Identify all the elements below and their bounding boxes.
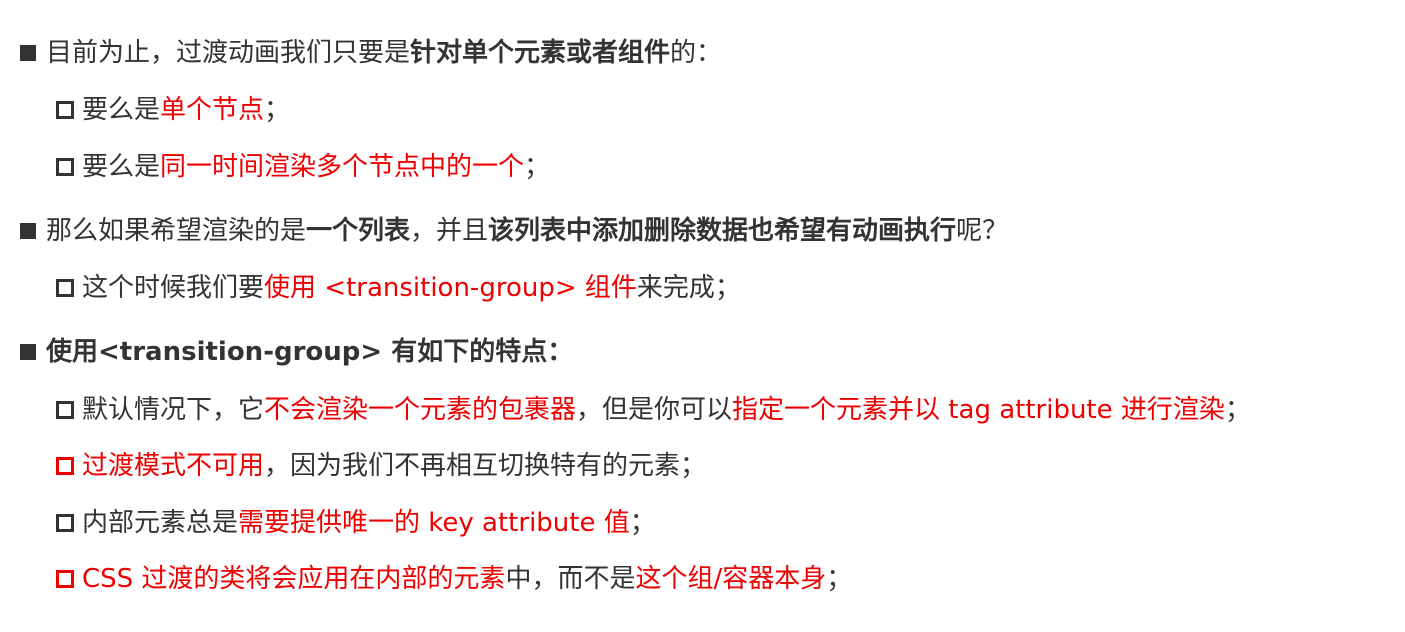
text-segment: 那么如果希望渲染的是 <box>46 216 307 246</box>
bullet-line-1: 目前为止，过渡动画我们只要是 针对单个元素或者组件 的： <box>20 37 722 69</box>
sub-bullet-line-4: 默认情况下，它 不会渲染一个元素的包裹器 ，但是你可以 指定一个元素并以 tag at… <box>56 394 1251 426</box>
sub-bullet-line-5: 过渡模式不可用 ，因为我们不再相互切换特有的元素； <box>56 450 706 482</box>
red-text-segment: 需要提供唯一的 key attribute 值 <box>238 508 630 538</box>
text-segment: 来完成； <box>636 273 741 303</box>
text-segment: 这个时候我们要 <box>82 273 265 303</box>
sub-bullet-line-6: 内部元素总是 需要提供唯一的 key attribute 值； <box>56 507 656 539</box>
text-segment: ； <box>264 95 291 125</box>
bold-text-segment: 该列表中添加删除数据也希望有动画执行 <box>488 216 957 246</box>
text-segment: ，因为我们不再相互切换特有的元素； <box>264 451 707 481</box>
text-segment: ，但是你可以 <box>576 395 733 425</box>
sub-bullet-line-7: CSS 过渡的类将会应用在内部的元素 中，而不是 这个组/容器本身； <box>56 563 852 595</box>
text-segment: ，并且 <box>410 216 489 246</box>
red-text-segment: 指定一个元素并以 tag attribute 进行渲染 <box>732 395 1225 425</box>
filled-square-bullet-icon <box>20 45 36 61</box>
text-segment: ； <box>524 152 551 182</box>
red-text-segment: 单个节点 <box>160 95 265 125</box>
red-text-segment: 使用 <transition-group> 组件 <box>264 273 637 303</box>
text-segment: ； <box>629 508 656 538</box>
filled-square-bullet-icon <box>20 223 36 239</box>
hollow-square-bullet-icon <box>56 514 74 532</box>
red-text-segment: CSS 过渡的类将会应用在内部的元素 <box>82 564 506 594</box>
bold-text-segment: 针对单个元素或者组件 <box>410 38 671 68</box>
hollow-square-bullet-icon <box>56 401 74 419</box>
text-segment: 中，而不是 <box>505 564 636 594</box>
text-segment: 内部元素总是 <box>82 508 239 538</box>
text-segment: 要么是 <box>82 95 161 125</box>
text-segment: 要么是 <box>82 152 161 182</box>
bullet-line-3: 使用<transition-group> 有如下的特点： <box>20 336 573 368</box>
hollow-square-bullet-icon <box>56 158 74 176</box>
sub-bullet-line-1: 要么是 单个节点； <box>56 94 290 126</box>
text-segment: ； <box>826 564 853 594</box>
red-hollow-square-bullet-icon <box>56 457 74 475</box>
text-segment: 默认情况下，它 <box>82 395 265 425</box>
bold-text-segment: 一个列表 <box>306 216 411 246</box>
text-segment: 目前为止，过渡动画我们只要是 <box>46 38 411 68</box>
text-segment: ； <box>1224 395 1251 425</box>
red-text-segment: 过渡模式不可用 <box>82 451 265 481</box>
sub-bullet-line-2: 要么是 同一时间渲染多个节点中的一个； <box>56 151 550 183</box>
bullet-line-2: 那么如果希望渲染的是 一个列表 ，并且 该列表中添加删除数据也希望有动画执行 呢？ <box>20 215 1008 247</box>
red-text-segment: 这个组/容器本身 <box>635 564 827 594</box>
hollow-square-bullet-icon <box>56 101 74 119</box>
text-segment: 呢？ <box>956 216 1009 246</box>
filled-square-bullet-icon <box>20 344 36 360</box>
red-text-segment: 不会渲染一个元素的包裹器 <box>264 395 577 425</box>
hollow-square-bullet-icon <box>56 279 74 297</box>
sub-bullet-line-3: 这个时候我们要 使用 <transition-group> 组件 来完成； <box>56 272 741 304</box>
bold-text-segment: 使用<transition-group> 有如下的特点： <box>46 337 574 367</box>
red-hollow-square-bullet-icon <box>56 570 74 588</box>
red-text-segment: 同一时间渲染多个节点中的一个 <box>160 152 525 182</box>
text-segment: 的： <box>670 38 723 68</box>
